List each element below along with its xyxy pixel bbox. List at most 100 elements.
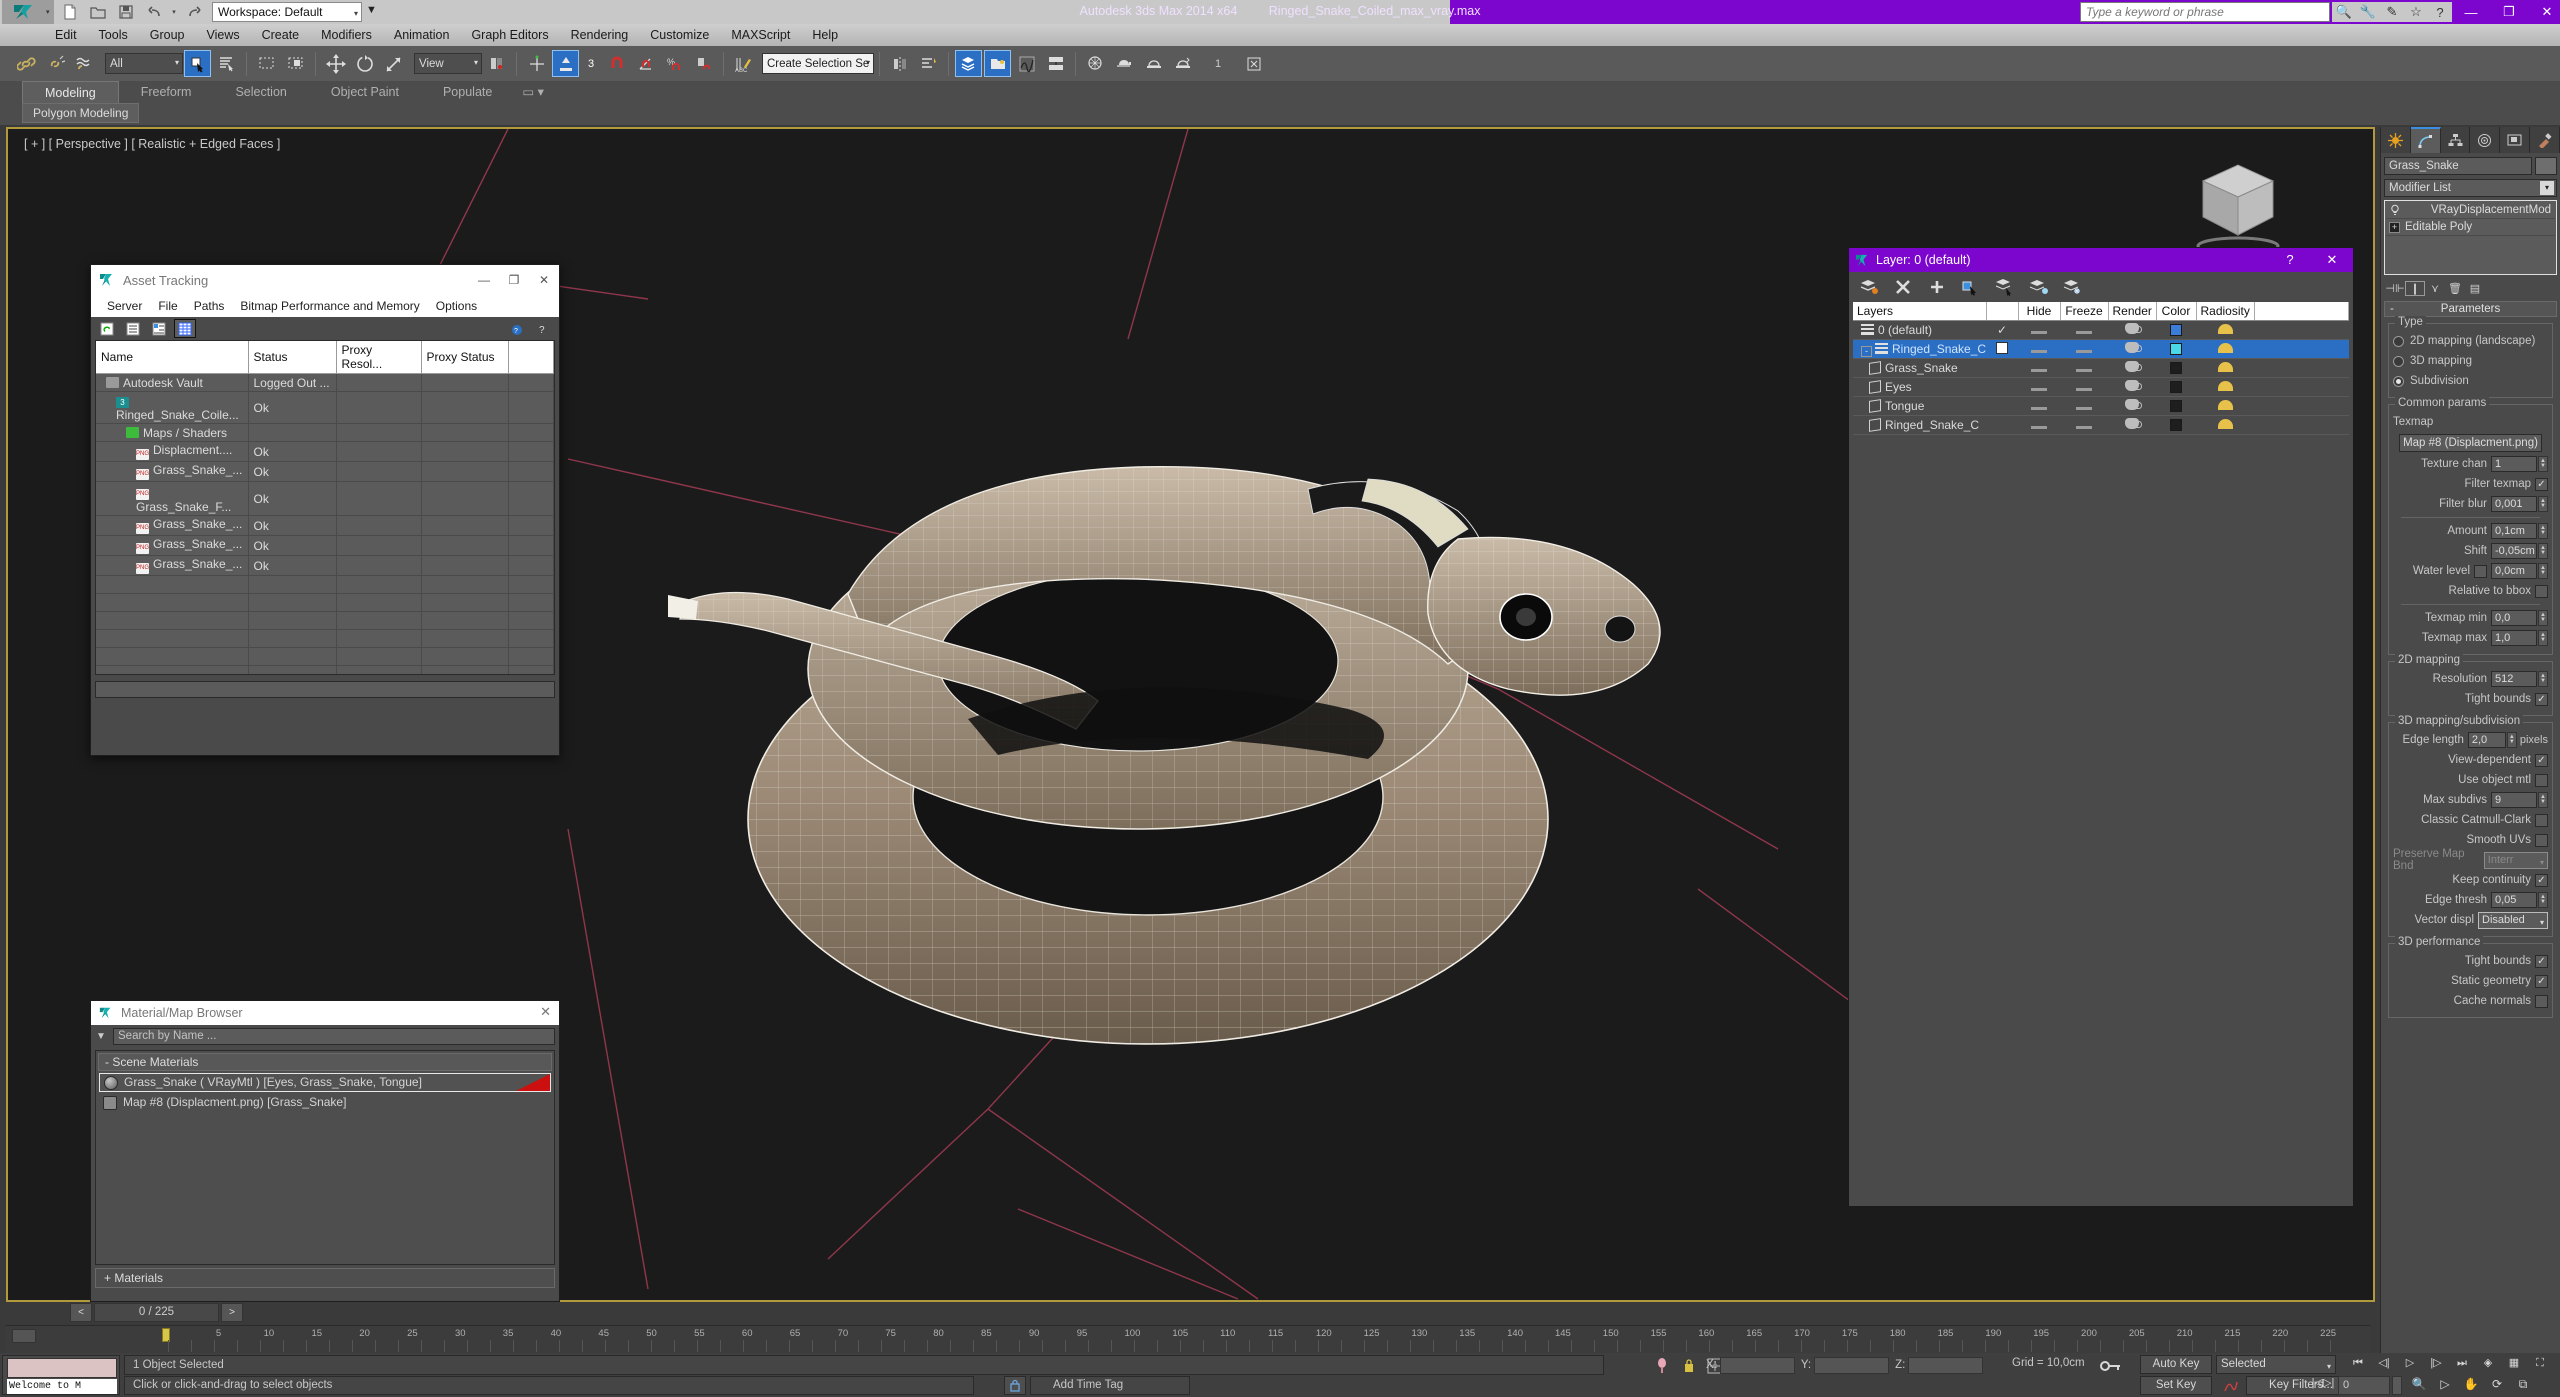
field-of-view-icon[interactable]: ▷: [2432, 1376, 2458, 1395]
show-end-result-icon[interactable]: ❙: [2405, 280, 2425, 296]
asset-name-cell[interactable]: PNG Grass_Snake_...: [96, 515, 249, 536]
layer-radiosity-cell[interactable]: [2196, 377, 2254, 397]
edge-length-spinner[interactable]: ▲ ▼: [2506, 732, 2517, 748]
layer-name-cell[interactable]: Eyes: [1853, 377, 1986, 397]
material-map-browser[interactable]: Material/Map Browser ✕ ▼ Search by Name …: [90, 1000, 560, 1302]
view-dependent-checkbox[interactable]: ✓: [2535, 753, 2548, 767]
layer-render-cell[interactable]: [2108, 320, 2156, 340]
search-input[interactable]: Type a keyword or phrase: [2080, 2, 2330, 22]
shift-spinner[interactable]: ▲ ▼: [2538, 543, 2548, 559]
hide-toggle-icon[interactable]: [2031, 388, 2047, 391]
layer-color-cell[interactable]: [2156, 320, 2196, 340]
teapot-render-icon[interactable]: [2125, 380, 2142, 391]
key-mode-toggle-icon[interactable]: ◈: [2475, 1355, 2501, 1374]
layer-color-cell[interactable]: [2156, 358, 2196, 378]
render-setup-icon[interactable]: [1111, 50, 1138, 77]
radiosity-icon[interactable]: [2217, 400, 2233, 410]
coord-x-input[interactable]: [1719, 1356, 1795, 1374]
menu-item-rendering[interactable]: Rendering: [560, 24, 640, 46]
use-selection-center-icon[interactable]: [523, 50, 550, 77]
hierarchy-tab[interactable]: [2441, 127, 2471, 153]
material-editor-icon[interactable]: [1082, 50, 1109, 77]
tab-freeform[interactable]: Freeform: [119, 81, 214, 103]
reference-coord-combo[interactable]: View ▾: [414, 53, 482, 74]
layer-radiosity-cell[interactable]: [2196, 358, 2254, 378]
open-mini-curve-editor-icon[interactable]: [12, 1329, 36, 1343]
tab-modeling[interactable]: Modeling: [22, 81, 119, 103]
relative-bbox-checkbox[interactable]: [2535, 584, 2548, 598]
list-view-icon[interactable]: [122, 319, 144, 338]
close-button[interactable]: ✕: [2311, 248, 2353, 272]
freeze-toggle-icon[interactable]: [2076, 369, 2092, 372]
maximize-button[interactable]: ❐: [499, 265, 529, 295]
minimize-button[interactable]: —: [2452, 5, 2490, 20]
prev-frame-button[interactable]: <: [70, 1303, 92, 1322]
table-row[interactable]: Eyes: [1853, 377, 2349, 397]
configure-modifier-sets-icon[interactable]: ▤: [2465, 282, 2485, 295]
pan-view-icon[interactable]: ✋: [2458, 1376, 2484, 1395]
isolate-selection-icon[interactable]: [1655, 1358, 1669, 1377]
auto-key-button[interactable]: Auto Key: [2140, 1355, 2212, 1374]
asset-list-table[interactable]: Name Status Proxy Resol... Proxy Status …: [95, 340, 555, 675]
menu-item-options[interactable]: Options: [428, 299, 485, 313]
delete-layer-icon[interactable]: [1889, 275, 1917, 299]
layer-current-cell[interactable]: [1986, 396, 2018, 416]
add-time-tag[interactable]: Add Time Tag: [1030, 1376, 1190, 1395]
create-new-layer-icon[interactable]: [1855, 275, 1883, 299]
play-animation-icon[interactable]: ▷: [2397, 1355, 2423, 1374]
refresh-icon[interactable]: [96, 319, 118, 338]
layer-current-cell[interactable]: [1986, 377, 2018, 397]
layer-color-cell[interactable]: [2156, 377, 2196, 397]
layer-freeze-cell[interactable]: [2060, 339, 2108, 359]
close-button[interactable]: ✕: [2528, 4, 2560, 20]
cache-normals-checkbox[interactable]: [2535, 994, 2548, 1008]
column-render[interactable]: Render: [2108, 302, 2157, 321]
menu-item-group[interactable]: Group: [139, 24, 196, 46]
layer-hide-cell[interactable]: [2018, 377, 2060, 397]
classic-cc-checkbox[interactable]: [2535, 813, 2548, 827]
table-row[interactable]: PNG Grass_Snake_... Ok: [96, 535, 554, 556]
filter-blur-spinner[interactable]: ▲ ▼: [2538, 496, 2548, 512]
selection-filter-combo[interactable]: All ▾: [105, 53, 183, 74]
radiosity-icon[interactable]: [2217, 419, 2233, 429]
snake-3d-model[interactable]: [668, 419, 1668, 1069]
table-row[interactable]: Tongue: [1853, 396, 2349, 416]
table-row[interactable]: 0 (default) ✓: [1853, 320, 2349, 340]
binoculars-icon[interactable]: 🔍: [2332, 4, 2356, 20]
select-and-move-icon[interactable]: [322, 50, 349, 77]
key-mode-toggle-icon[interactable]: [2100, 1359, 2122, 1377]
align-icon[interactable]: [915, 50, 942, 77]
layer-radiosity-cell[interactable]: [2196, 415, 2254, 435]
ribbon-minimize-icon[interactable]: ▭ ▾: [514, 81, 552, 103]
asset-name-cell[interactable]: PNG Grass_Snake_...: [96, 535, 249, 556]
help-icon[interactable]: ?: [533, 319, 555, 338]
column-freeze[interactable]: Freeze: [2060, 302, 2109, 321]
radio-2d-mapping[interactable]: 2D mapping (landscape): [2393, 332, 2548, 350]
freeze-toggle-icon[interactable]: [2076, 350, 2092, 353]
select-and-rotate-icon[interactable]: [351, 50, 378, 77]
menu-item-modifiers[interactable]: Modifiers: [310, 24, 383, 46]
restore-button[interactable]: ❐: [2490, 4, 2528, 20]
hide-toggle-icon[interactable]: [2031, 426, 2047, 429]
layer-radiosity-cell[interactable]: [2196, 396, 2254, 416]
current-key-field[interactable]: 0: [2338, 1376, 2390, 1395]
edit-named-selection-sets-icon[interactable]: ABC: [730, 50, 757, 77]
hide-toggle-icon[interactable]: [2031, 369, 2047, 372]
lock-selection-icon[interactable]: [1004, 1376, 1026, 1395]
menu-item-views[interactable]: Views: [195, 24, 250, 46]
create-tab[interactable]: [2381, 127, 2411, 153]
wrench-icon[interactable]: 🔧: [2356, 4, 2380, 20]
hide-layer-icon[interactable]: [2025, 275, 2053, 299]
layer-name-cell[interactable]: Grass_Snake: [1853, 358, 1986, 378]
snaps-toggle-icon[interactable]: [603, 50, 630, 77]
texmap-max-input[interactable]: 1,0: [2491, 630, 2537, 646]
menu-item-tools[interactable]: Tools: [88, 24, 139, 46]
unlink-selection-icon[interactable]: [42, 50, 69, 77]
table-row[interactable]: PNG Displacment.... Ok: [96, 441, 554, 462]
time-slider[interactable]: < 0 / 225 >: [70, 1303, 2370, 1325]
orbit-icon[interactable]: ⟳: [2484, 1376, 2510, 1395]
teapot-render-icon[interactable]: [2125, 399, 2142, 410]
layer-grid[interactable]: Layers Hide Freeze Render Color Radiosit…: [1853, 302, 2349, 435]
layer-name-cell[interactable]: Tongue: [1853, 396, 1986, 416]
tab-object-paint[interactable]: Object Paint: [309, 81, 421, 103]
